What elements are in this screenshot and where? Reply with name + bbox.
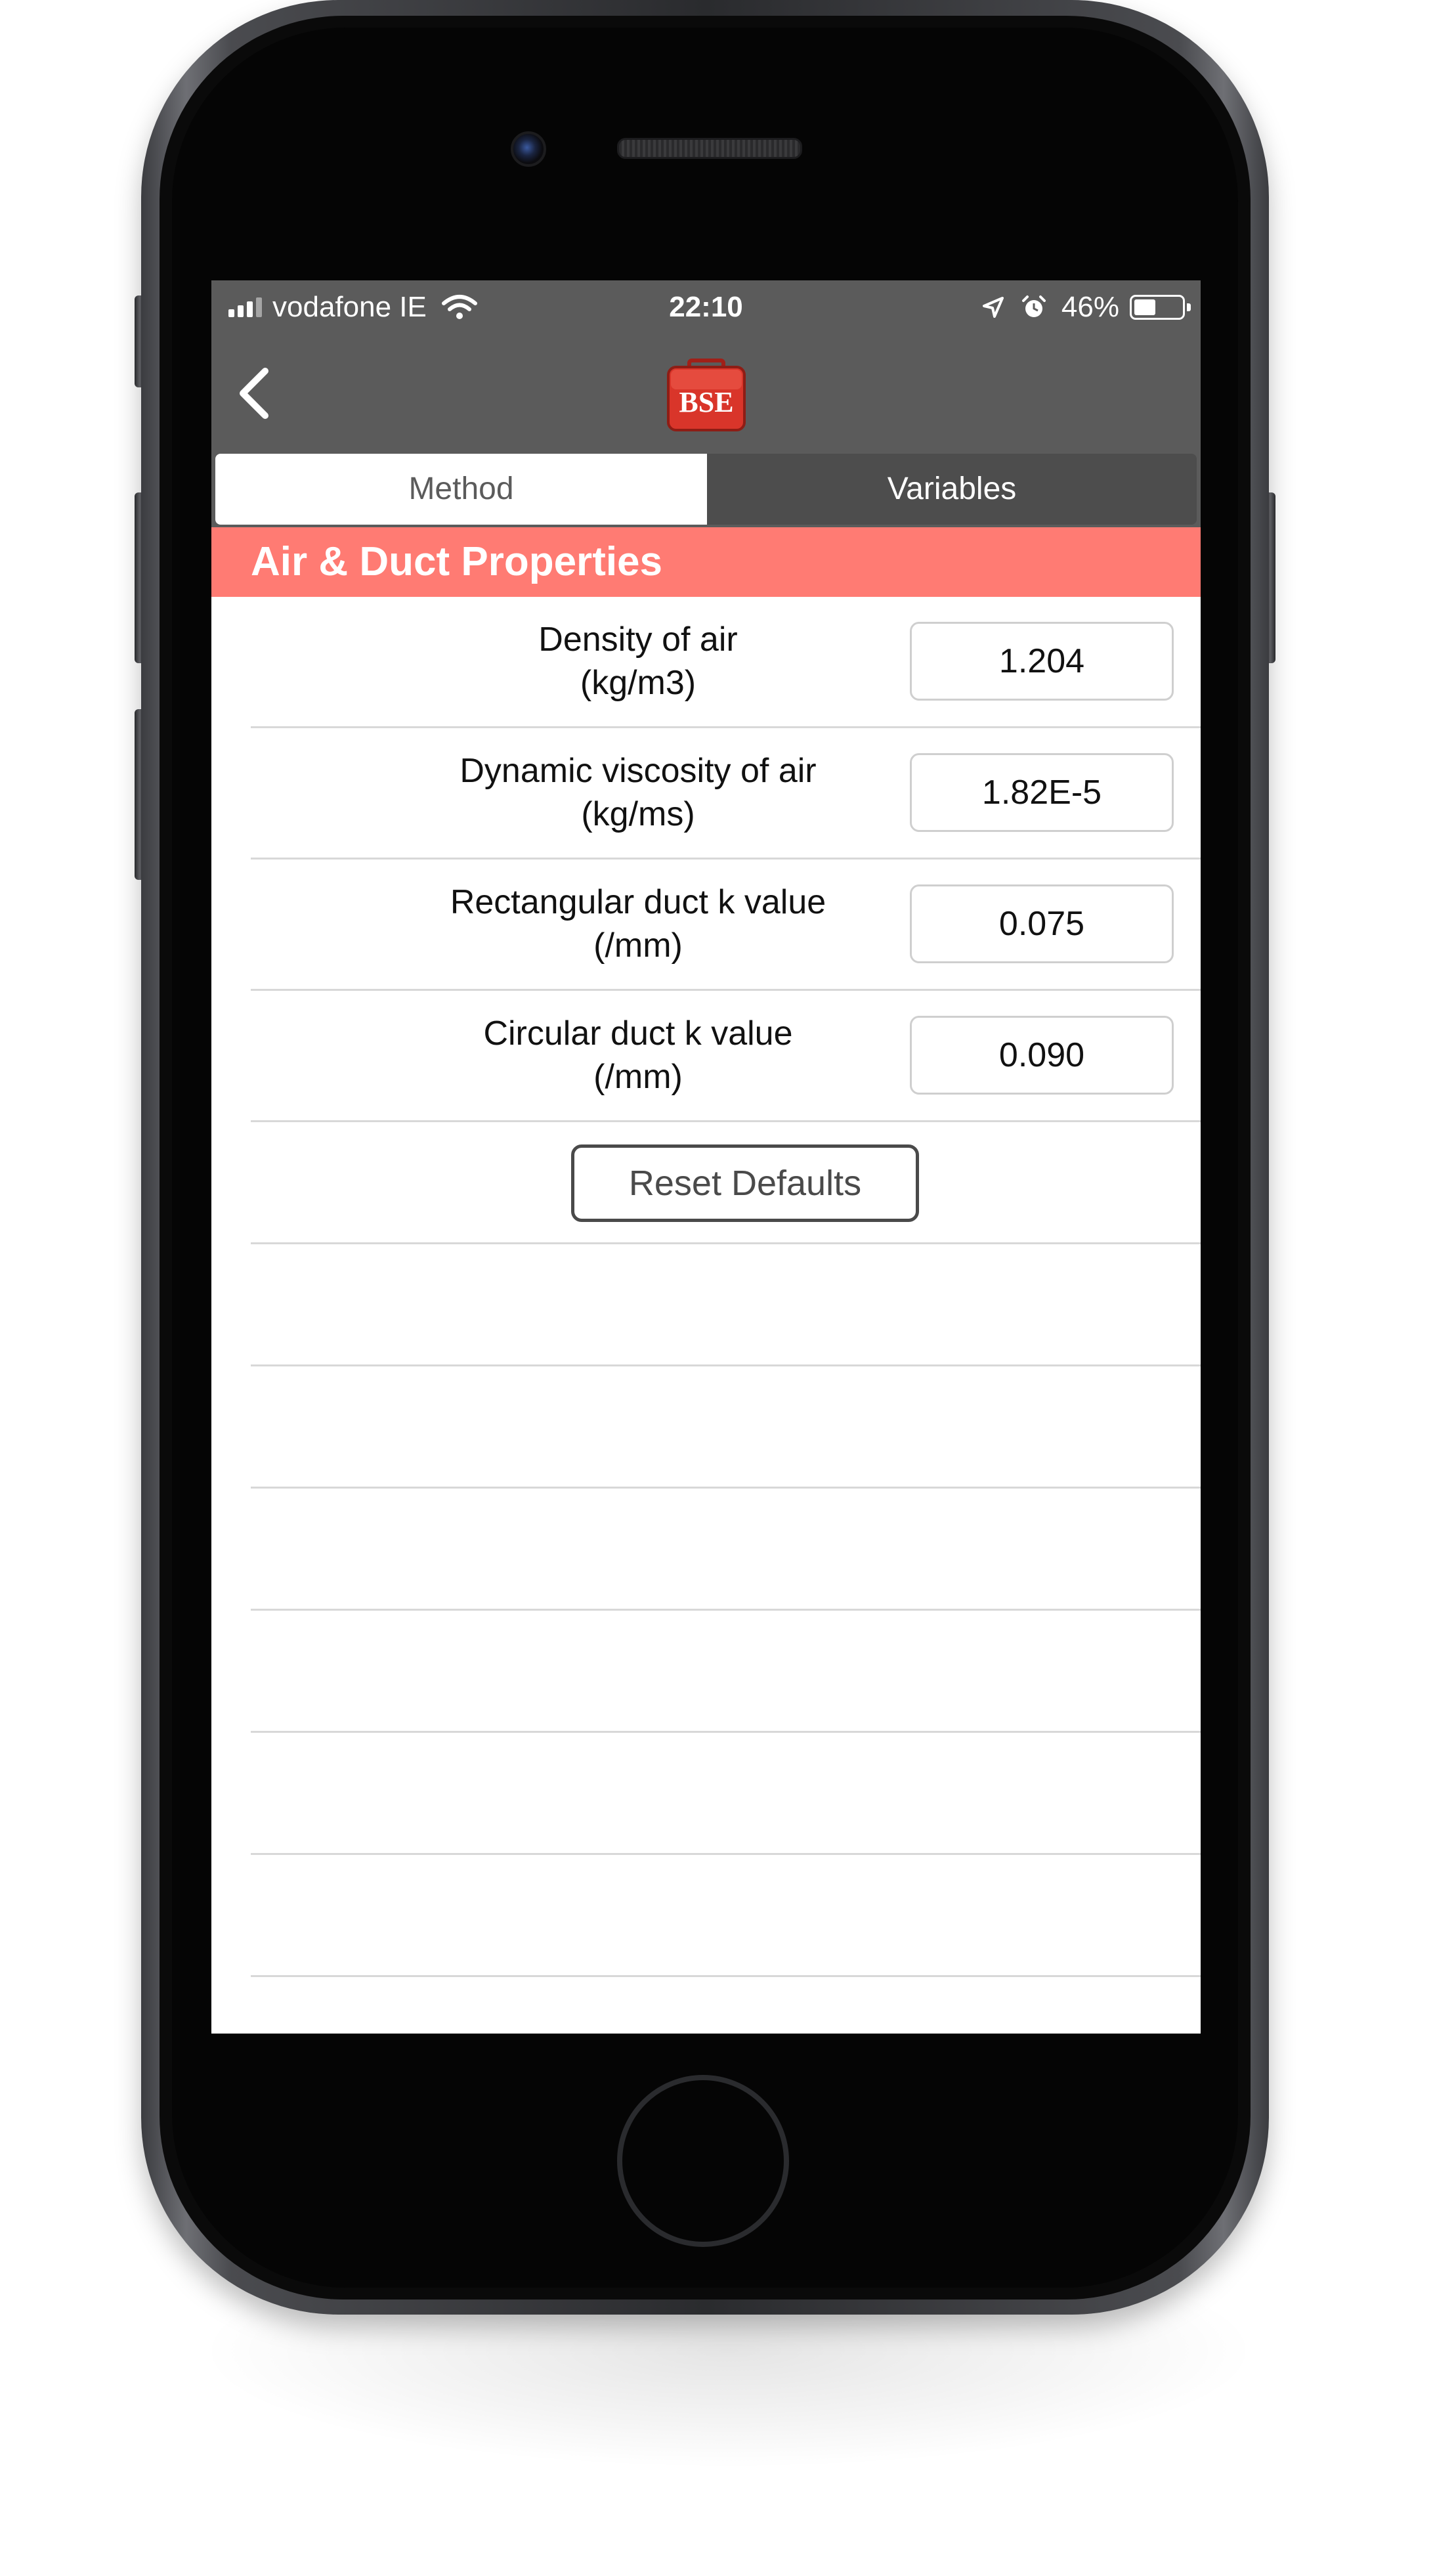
empty-row: [251, 1733, 1201, 1855]
tab-variables[interactable]: Variables: [707, 454, 1197, 525]
alarm-icon: [1021, 295, 1046, 317]
tab-method[interactable]: Method: [215, 454, 707, 525]
stage: vodafone IE 22:10 46% BSE Method Variabl…: [0, 0, 1456, 2549]
empty-row: [251, 1611, 1201, 1733]
field-row-density: Density of air (kg/m3) 1.204: [251, 597, 1201, 728]
reset-row: Reset Defaults: [251, 1122, 1201, 1244]
location-icon: [982, 297, 1004, 318]
fields-list: Density of air (kg/m3) 1.204 Dynamic vis…: [211, 597, 1201, 1977]
bse-logo: BSE: [667, 359, 746, 431]
empty-row: [251, 1244, 1201, 1366]
field-label-line2: (/mm): [593, 926, 683, 965]
earpiece-speaker: [617, 138, 802, 159]
battery-tip: [1187, 303, 1191, 311]
reset-defaults-button[interactable]: Reset Defaults: [571, 1144, 919, 1222]
section-header: Air & Duct Properties: [211, 527, 1201, 597]
field-label-line1: Rectangular duct k value: [450, 883, 826, 921]
segmented-control: Method Variables: [211, 450, 1201, 527]
rect-k-input[interactable]: 0.075: [910, 884, 1174, 963]
home-button[interactable]: [617, 2075, 789, 2247]
empty-row: [251, 1855, 1201, 1977]
circ-k-input[interactable]: 0.090: [910, 1016, 1174, 1095]
empty-row: [251, 1366, 1201, 1489]
field-label-line2: (/mm): [593, 1058, 683, 1096]
field-row-circ-k: Circular duct k value (/mm) 0.090: [251, 991, 1201, 1122]
field-label-line2: (kg/m3): [580, 664, 696, 702]
status-bar: vodafone IE 22:10 46%: [211, 280, 1201, 334]
field-label: Rectangular duct k value (/mm): [382, 881, 894, 967]
nav-bar: BSE: [211, 334, 1201, 450]
screen: vodafone IE 22:10 46% BSE Method Variabl…: [211, 280, 1201, 2034]
battery-fill: [1134, 299, 1155, 315]
logo-text: BSE: [679, 386, 733, 418]
density-input[interactable]: 1.204: [910, 622, 1174, 701]
viscosity-input[interactable]: 1.82E-5: [910, 753, 1174, 832]
field-label-line1: Dynamic viscosity of air: [460, 752, 817, 790]
battery-percent: 46%: [1061, 291, 1119, 323]
status-right: 46%: [980, 291, 1191, 324]
field-label: Density of air (kg/m3): [382, 618, 894, 705]
field-label: Circular duct k value (/mm): [382, 1012, 894, 1099]
empty-row: [251, 1489, 1201, 1611]
battery-icon: [1130, 295, 1191, 320]
chevron-left-icon[interactable]: [225, 360, 284, 426]
field-label-line1: Circular duct k value: [483, 1014, 793, 1053]
field-row-rect-k: Rectangular duct k value (/mm) 0.075: [251, 860, 1201, 991]
field-label-line2: (kg/ms): [581, 795, 695, 833]
front-camera: [511, 131, 546, 167]
field-label: Dynamic viscosity of air (kg/ms): [382, 749, 894, 836]
field-row-viscosity: Dynamic viscosity of air (kg/ms) 1.82E-5: [251, 728, 1201, 860]
field-label-line1: Density of air: [538, 621, 738, 659]
